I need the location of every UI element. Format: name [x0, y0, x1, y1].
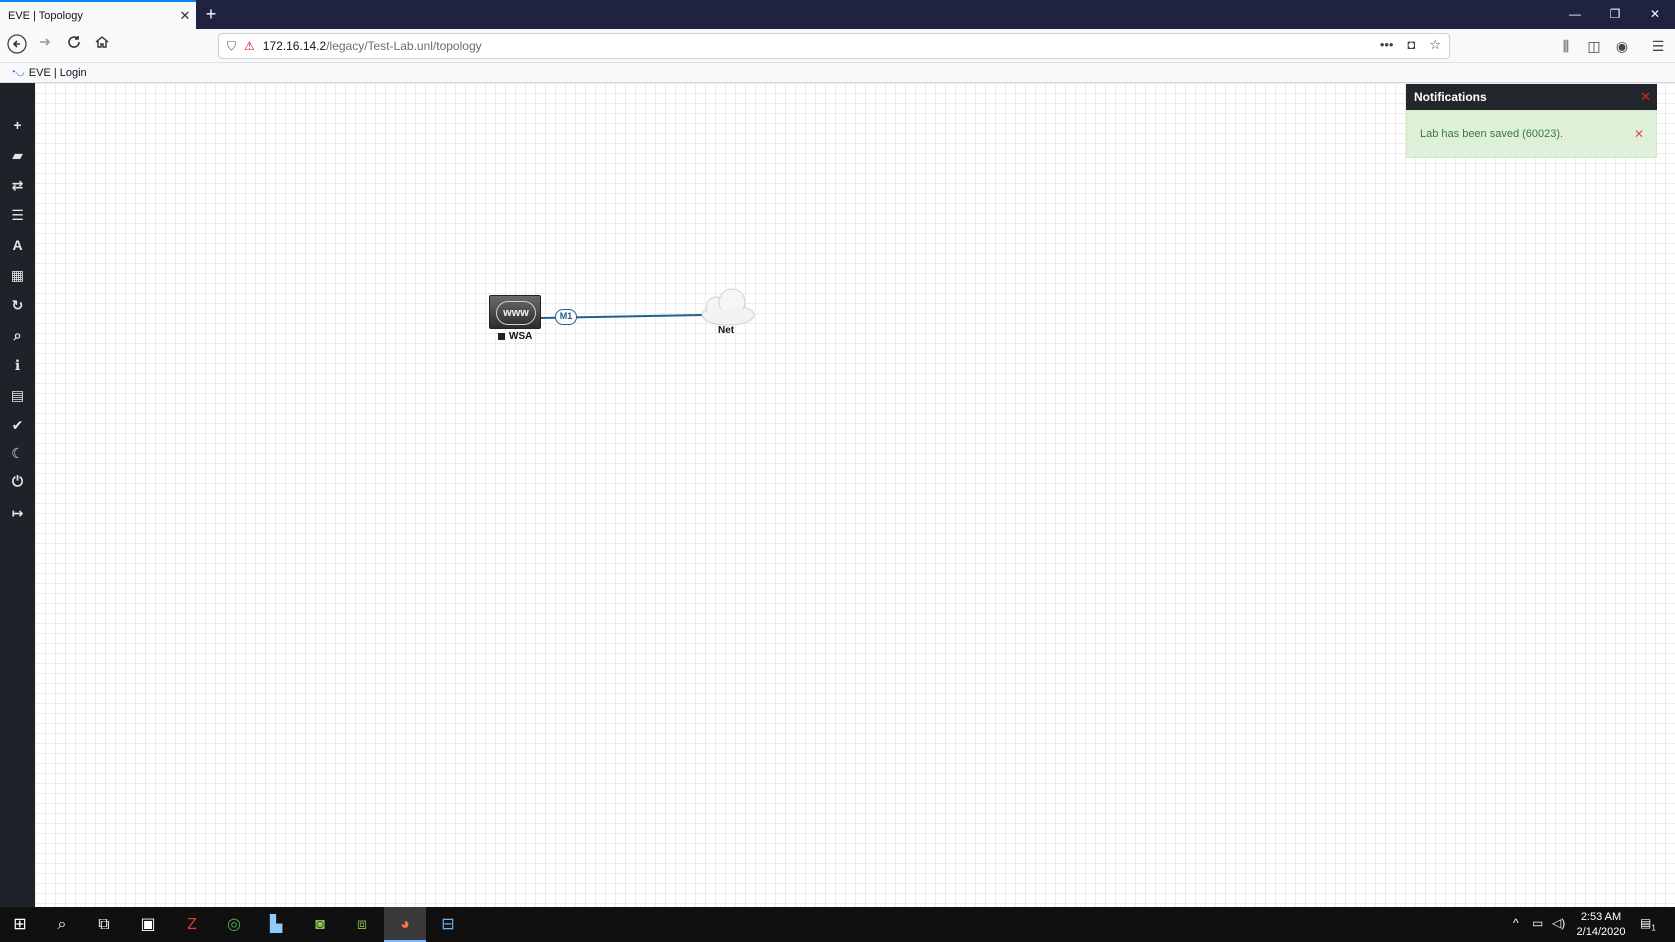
- remote-desktop-icon[interactable]: ⊟: [434, 911, 462, 939]
- notifications-close-icon[interactable]: ✕: [1640, 84, 1651, 110]
- action-center-icon[interactable]: ▤1: [1640, 916, 1656, 932]
- task-view-icon[interactable]: ⧉: [90, 911, 118, 939]
- node-status-stopped-icon: [498, 333, 505, 340]
- notification-count: 1: [1651, 923, 1656, 933]
- vsphere-icon[interactable]: ⧈: [348, 911, 376, 939]
- notifications-header: Notifications ✕: [1406, 84, 1657, 110]
- search-icon[interactable]: ⌕: [48, 911, 76, 939]
- network-tray-icon[interactable]: ▭: [1532, 916, 1543, 930]
- notifications-title: Notifications: [1414, 90, 1487, 104]
- net-node-label: Net: [718, 325, 735, 336]
- chrome-icon[interactable]: ◎: [220, 911, 248, 939]
- notification-message: Lab has been saved (60023). ✕: [1406, 110, 1657, 158]
- www-icon: www: [496, 301, 536, 325]
- windows-taskbar: ⊞ ⌕ ⧉ ▣ Z ◎ ▙ ◙ ⧈ ◕ ⊟ ^ ▭ ◁) 2:53 AM 2/1…: [0, 907, 1675, 942]
- windows-start-icon[interactable]: ⊞: [6, 911, 34, 939]
- firefox-icon[interactable]: ◕: [391, 911, 419, 939]
- tray-chevron-icon[interactable]: ^: [1513, 916, 1519, 930]
- notification-text: Lab has been saved (60023).: [1420, 128, 1564, 140]
- monitor-app-icon[interactable]: ◙: [306, 911, 334, 939]
- wsa-node[interactable]: www: [489, 295, 541, 329]
- filezilla-icon[interactable]: Z: [178, 911, 206, 939]
- wsa-node-label: WSA: [498, 331, 532, 342]
- notification-dismiss-icon[interactable]: ✕: [1634, 111, 1644, 157]
- system-clock[interactable]: 2:53 AM 2/14/2020: [1560, 910, 1642, 940]
- file-explorer-icon[interactable]: ▣: [134, 911, 162, 939]
- clock-time: 2:53 AM: [1580, 911, 1622, 923]
- clock-date: 2/14/2020: [1576, 926, 1626, 938]
- wsa-node-name: WSA: [509, 331, 533, 342]
- notifications-panel: Notifications ✕ Lab has been saved (6002…: [1406, 84, 1657, 159]
- network-tool-icon[interactable]: ▙: [262, 911, 290, 939]
- cloud-net-node[interactable]: [701, 288, 755, 326]
- link-label-m1[interactable]: M1: [555, 309, 577, 325]
